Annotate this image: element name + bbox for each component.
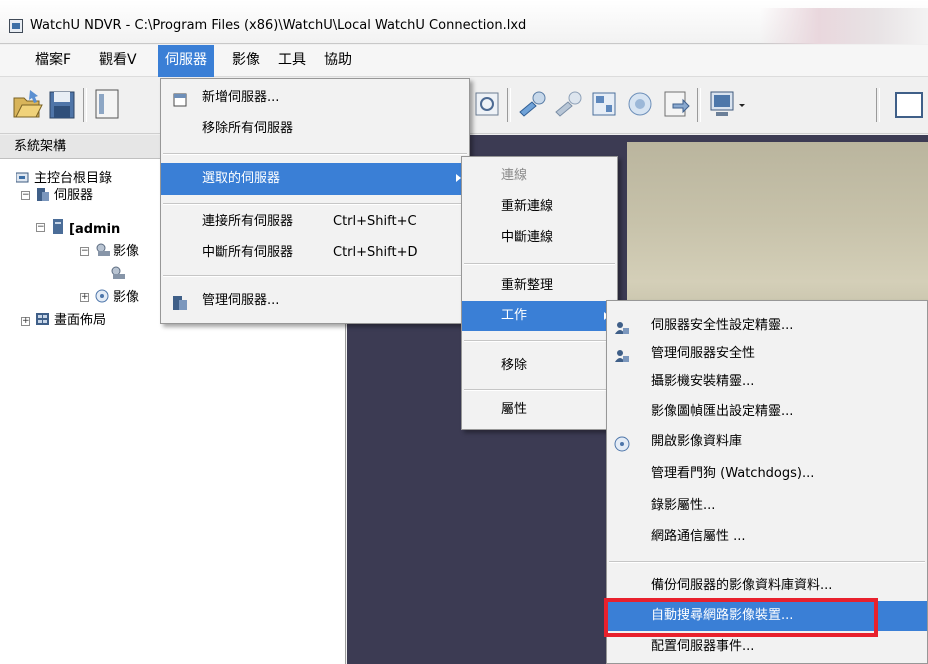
tree-layout-label: 畫面佈局	[54, 313, 107, 328]
menu-item-disconnect[interactable]: 中斷連線	[462, 223, 617, 253]
menu-separator	[464, 389, 615, 391]
new-server-icon	[172, 90, 188, 107]
export-icon[interactable]	[659, 86, 693, 122]
connect-camera-icon[interactable]	[515, 86, 549, 122]
menu-file[interactable]: 檔案F	[28, 45, 78, 77]
menu-separator	[163, 275, 467, 277]
layout-icon	[36, 313, 50, 326]
tree-admin-label: [admin	[69, 222, 121, 237]
menu-item-add-server[interactable]: 新增伺服器...	[161, 83, 469, 113]
server-icon	[51, 219, 65, 234]
tree-node-layout[interactable]: 畫面佈局	[36, 313, 106, 329]
tree-node-camera[interactable]	[110, 266, 128, 283]
menu-item-network-properties[interactable]: 網路通信屬性 ...	[607, 522, 927, 552]
menu-item-manage-security[interactable]: 管理伺服器安全性	[607, 339, 927, 369]
toolbar-separator	[876, 88, 880, 122]
menu-item-selected-server[interactable]: 選取的伺服器	[161, 163, 469, 195]
menu-item-reconnect[interactable]: 重新連線	[462, 192, 617, 222]
window-title: WatchU NDVR - C:\Program Files (x86)\Wat…	[30, 18, 527, 33]
tree-node-servers[interactable]: 伺服器	[36, 188, 93, 204]
menu-separator	[163, 203, 467, 205]
menu-item-connect: 連線	[501, 168, 528, 183]
fullscreen-icon[interactable]	[892, 86, 926, 122]
title-bar-controls-blurred	[760, 8, 928, 44]
app-icon	[9, 19, 23, 33]
menu-separator	[609, 561, 925, 563]
menu-bar: 檔案F 觀看V 伺服器 影像 工具 協助	[0, 45, 928, 77]
camera-icon	[110, 266, 125, 279]
server-menu: 新增伺服器... 移除所有伺服器 選取的伺服器 連接所有伺服器 Ctrl+Shi…	[160, 78, 470, 324]
disconnect-camera-icon[interactable]	[551, 86, 585, 122]
toolbar-separator	[507, 88, 511, 122]
database-disc-icon	[95, 289, 109, 303]
menu-item-frame-export-wizard[interactable]: 影像圖幀匯出設定精靈...	[607, 397, 927, 427]
monitor-dropdown-icon[interactable]	[706, 86, 752, 122]
tree-servers-label: 伺服器	[54, 188, 94, 203]
menu-item-security-wizard[interactable]: 伺服器安全性設定精靈...	[607, 311, 927, 341]
menu-separator	[464, 263, 615, 265]
tree-video-1-label: 影像	[113, 244, 140, 259]
collapse-video-toggle[interactable]: −	[80, 247, 89, 256]
menu-item-camera-wizard[interactable]: 攝影機安裝精靈...	[607, 367, 927, 397]
tree-view-icon[interactable]	[90, 86, 124, 122]
menu-view[interactable]: 觀看V	[92, 45, 144, 77]
menu-item-connect-all[interactable]: 連接所有伺服器 Ctrl+Shift+C	[161, 207, 469, 237]
menu-item-watchdogs[interactable]: 管理看門狗 (Watchdogs)...	[607, 459, 927, 489]
menu-item-backup-database[interactable]: 備份伺服器的影像資料庫資料...	[607, 571, 927, 601]
menu-item-remove-all-servers[interactable]: 移除所有伺服器	[161, 114, 469, 144]
menu-item-remove[interactable]: 移除	[462, 351, 617, 381]
annotation-highlight-box	[604, 598, 878, 637]
menu-video[interactable]: 影像	[225, 45, 267, 77]
security-users-icon	[614, 346, 630, 362]
layout-grid-icon[interactable]	[587, 86, 621, 122]
toolbar-separator	[83, 88, 87, 122]
tree-root-label: 主控台根目錄	[34, 171, 113, 186]
database-disc-icon	[614, 434, 630, 452]
menu-tools[interactable]: 工具	[271, 45, 313, 77]
console-root-icon	[15, 171, 30, 184]
tree-node-video-1[interactable]: 影像	[95, 243, 139, 260]
collapse-servers-toggle[interactable]: −	[21, 191, 30, 200]
server-group-icon	[36, 188, 50, 201]
title-bar: WatchU NDVR - C:\Program Files (x86)\Wat…	[0, 0, 928, 44]
camera-group-icon	[95, 243, 110, 256]
security-users-icon	[614, 318, 630, 334]
menu-help[interactable]: 協助	[317, 45, 359, 77]
menu-separator	[464, 340, 615, 342]
expand-layout-toggle[interactable]: +	[21, 317, 30, 326]
menu-item-work[interactable]: 工作	[462, 301, 617, 331]
tree-node-admin-server[interactable]: [admin	[51, 219, 120, 238]
tree-node-root[interactable]: 主控台根目錄	[15, 171, 113, 187]
toolbar-separator	[697, 88, 701, 122]
open-file-icon[interactable]	[10, 86, 44, 122]
menu-server[interactable]: 伺服器	[158, 45, 214, 77]
collapse-admin-toggle[interactable]: −	[36, 223, 45, 232]
expand-database-toggle[interactable]: +	[80, 293, 89, 302]
tree-video-2-label: 影像	[113, 290, 140, 305]
menu-item-open-database[interactable]: 開啟影像資料庫	[607, 427, 927, 457]
menu-item-manage-servers[interactable]: 管理伺服器...	[161, 286, 469, 316]
record-icon[interactable]	[623, 86, 657, 122]
menu-item-refresh[interactable]: 重新整理	[462, 271, 617, 301]
fit-screen-icon[interactable]	[470, 86, 504, 122]
menu-item-recording-properties[interactable]: 錄影屬性...	[607, 491, 927, 521]
menu-item-disconnect-all[interactable]: 中斷所有伺服器 Ctrl+Shift+D	[161, 238, 469, 268]
menu-separator	[163, 153, 467, 155]
save-icon[interactable]	[45, 86, 79, 122]
selected-server-submenu: 連線 重新連線 中斷連線 重新整理 工作 移除 屬性	[461, 156, 618, 430]
manage-servers-icon	[172, 293, 188, 310]
tree-node-video-2[interactable]: 影像	[95, 289, 139, 306]
menu-item-properties[interactable]: 屬性	[462, 395, 617, 425]
